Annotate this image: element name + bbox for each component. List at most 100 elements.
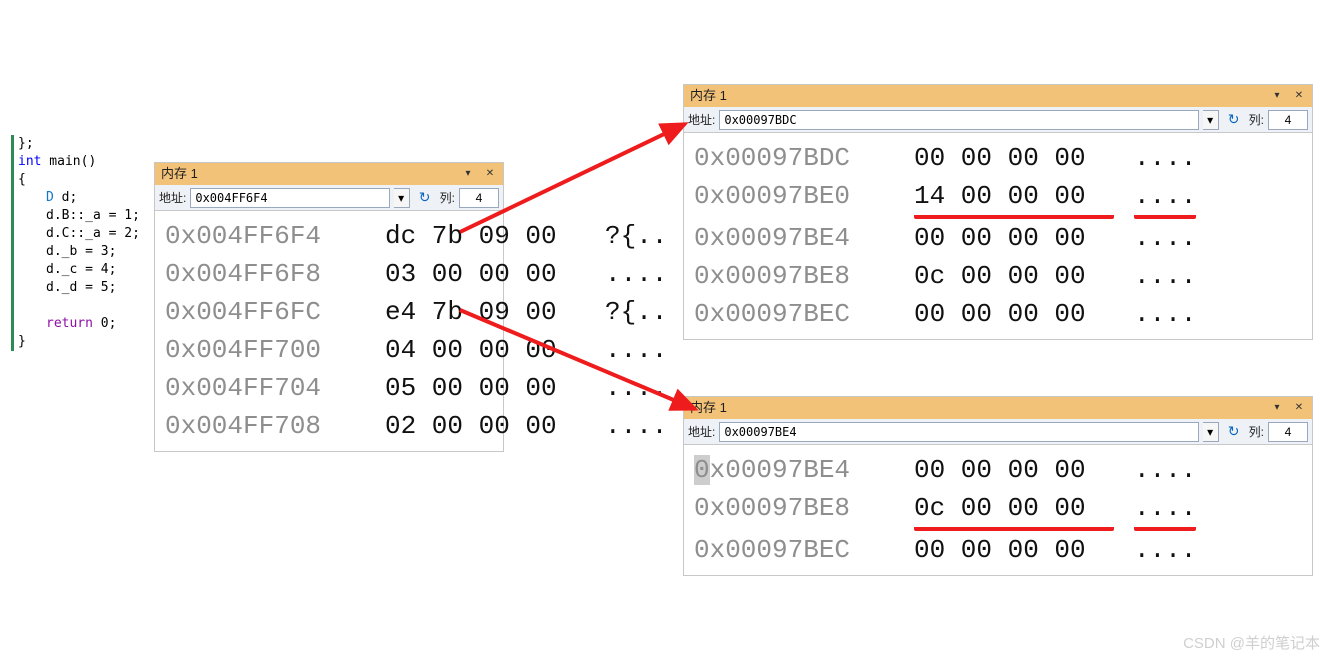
memory-ascii: ?{.. (605, 293, 667, 331)
window-title-bar[interactable]: 内存 1 ▾ ✕ (155, 163, 503, 185)
memory-ascii: .... (605, 255, 667, 293)
memory-ascii: .... (605, 407, 667, 445)
return-value: 0; (93, 316, 116, 331)
code-editor: }; int main() { D d; d.B::_a = 1; d.C::_… (11, 135, 151, 351)
memory-bytes: 14 00 00 00 (914, 177, 1114, 219)
memory-row: 0x00097BE8 0c 00 00 00.... (694, 489, 1302, 531)
memory-row: 0x00097BE4 00 00 00 00.... (694, 451, 1302, 489)
memory-row: 0x00097BE0 14 00 00 00.... (694, 177, 1302, 219)
code-line: { (18, 171, 151, 189)
memory-address: 0x00097BE8 (694, 489, 894, 531)
memory-ascii: .... (1134, 257, 1196, 295)
memory-ascii: .... (1134, 531, 1196, 569)
memory-row: 0x004FF6F4dc 7b 09 00?{.. (165, 217, 493, 255)
memory-ascii: ?{.. (605, 217, 667, 255)
memory-row: 0x00097BE4 00 00 00 00.... (694, 219, 1302, 257)
columns-input[interactable] (1268, 110, 1308, 130)
pin-icon[interactable]: ▾ (1266, 397, 1288, 419)
code-line: d.C::_a = 2; (18, 225, 151, 243)
memory-bytes: 00 00 00 00 (914, 295, 1114, 333)
memory-address: 0x004FF704 (165, 369, 365, 407)
memory-address: 0x00097BE4 (694, 451, 894, 489)
code-line: return 0; (18, 315, 151, 333)
address-input[interactable] (190, 188, 389, 208)
columns-label: 列: (440, 189, 455, 206)
memory-address: 0x00097BE0 (694, 177, 894, 219)
memory-ascii: .... (1134, 139, 1196, 177)
code-line: d._c = 4; (18, 261, 151, 279)
refresh-icon[interactable]: ↻ (1223, 109, 1245, 131)
close-icon[interactable]: ✕ (479, 163, 501, 185)
memory-address: 0x004FF6F4 (165, 217, 365, 255)
memory-row: 0x004FF70802 00 00 00.... (165, 407, 493, 445)
memory-window-1: 内存 1 ▾ ✕ 地址: ▾ ↻ 列: 0x004FF6F4dc 7b 09 0… (154, 162, 504, 452)
close-icon[interactable]: ✕ (1288, 85, 1310, 107)
columns-input[interactable] (459, 188, 499, 208)
refresh-icon[interactable]: ↻ (414, 187, 436, 209)
fn-main: main() (41, 154, 96, 169)
memory-address: 0x004FF708 (165, 407, 365, 445)
memory-row: 0x00097BEC 00 00 00 00.... (694, 531, 1302, 569)
memory-body: 0x004FF6F4dc 7b 09 00?{..0x004FF6F803 00… (155, 211, 503, 451)
pin-icon[interactable]: ▾ (1266, 85, 1288, 107)
memory-ascii: .... (1134, 219, 1196, 257)
memory-toolbar: 地址: ▾ ↻ 列: (684, 107, 1312, 133)
code-line: }; (18, 135, 151, 153)
memory-bytes: dc 7b 09 00 (385, 217, 585, 255)
memory-address: 0x004FF6F8 (165, 255, 365, 293)
window-title: 内存 1 (690, 88, 727, 103)
columns-label: 列: (1249, 423, 1264, 440)
memory-row: 0x00097BEC00 00 00 00.... (694, 295, 1302, 333)
memory-bytes: 00 00 00 00 (914, 531, 1114, 569)
memory-bytes: 00 00 00 00 (914, 219, 1114, 257)
pin-icon[interactable]: ▾ (457, 163, 479, 185)
columns-input[interactable] (1268, 422, 1308, 442)
memory-address: 0x00097BE8 (694, 257, 894, 295)
address-input[interactable] (719, 422, 1198, 442)
memory-row: 0x00097BE8 0c 00 00 00.... (694, 257, 1302, 295)
keyword-return: return (46, 316, 93, 331)
memory-address: 0x004FF700 (165, 331, 365, 369)
address-input[interactable] (719, 110, 1198, 130)
type-D: D (46, 190, 54, 205)
dropdown-arrow-icon[interactable]: ▾ (1203, 110, 1219, 130)
memory-bytes: e4 7b 09 00 (385, 293, 585, 331)
memory-row: 0x004FF6FCe4 7b 09 00?{.. (165, 293, 493, 331)
address-label: 地址: (688, 423, 715, 440)
window-title-bar[interactable]: 内存 1 ▾ ✕ (684, 397, 1312, 419)
memory-address: 0x00097BEC (694, 531, 894, 569)
memory-address: 0x00097BE4 (694, 219, 894, 257)
memory-bytes: 0c 00 00 00 (914, 257, 1114, 295)
memory-row: 0x004FF70004 00 00 00.... (165, 331, 493, 369)
memory-bytes: 00 00 00 00 (914, 451, 1114, 489)
refresh-icon[interactable]: ↻ (1223, 421, 1245, 443)
address-label: 地址: (688, 111, 715, 128)
memory-ascii: .... (1134, 489, 1196, 531)
memory-ascii: .... (1134, 177, 1196, 219)
memory-ascii: .... (1134, 451, 1196, 489)
memory-window-3: 内存 1 ▾ ✕ 地址: ▾ ↻ 列: 0x00097BE4 00 00 00 0… (683, 396, 1313, 576)
memory-address: 0x00097BDC (694, 139, 894, 177)
window-title: 内存 1 (161, 166, 198, 181)
memory-row: 0x004FF6F803 00 00 00.... (165, 255, 493, 293)
memory-toolbar: 地址: ▾ ↻ 列: (155, 185, 503, 211)
memory-bytes: 04 00 00 00 (385, 331, 585, 369)
memory-ascii: .... (605, 369, 667, 407)
memory-bytes: 00 00 00 00 (914, 139, 1114, 177)
memory-address: 0x004FF6FC (165, 293, 365, 331)
memory-bytes: 05 00 00 00 (385, 369, 585, 407)
memory-row: 0x00097BDC 00 00 00 00.... (694, 139, 1302, 177)
memory-bytes: 0c 00 00 00 (914, 489, 1114, 531)
memory-bytes: 02 00 00 00 (385, 407, 585, 445)
memory-address: 0x00097BEC (694, 295, 894, 333)
code-line: D d; (18, 189, 151, 207)
window-title-bar[interactable]: 内存 1 ▾ ✕ (684, 85, 1312, 107)
close-icon[interactable]: ✕ (1288, 397, 1310, 419)
code-line: int main() (18, 153, 151, 171)
dropdown-arrow-icon[interactable]: ▾ (394, 188, 410, 208)
memory-row: 0x004FF70405 00 00 00.... (165, 369, 493, 407)
memory-ascii: .... (605, 331, 667, 369)
dropdown-arrow-icon[interactable]: ▾ (1203, 422, 1219, 442)
memory-body: 0x00097BDC 00 00 00 00.... 0x00097BE0 14 00… (684, 133, 1312, 339)
columns-label: 列: (1249, 111, 1264, 128)
